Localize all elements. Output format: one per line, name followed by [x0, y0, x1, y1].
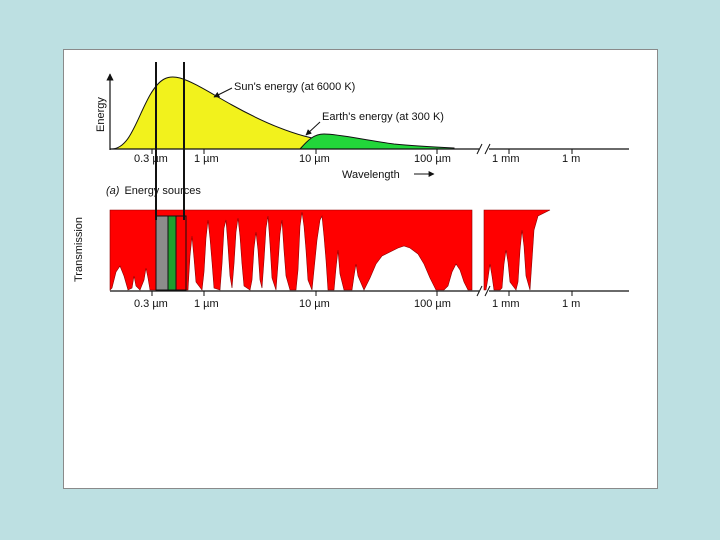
earth-energy-label: Earth's energy (at 300 K) — [322, 111, 444, 123]
earth-leader-arrow-icon — [305, 121, 321, 136]
transmission-tick-0.3um: 0.3 µm — [134, 298, 168, 310]
energy-tick-1mm: 1 mm — [492, 153, 520, 165]
spectrum-figure: Energy 0.3 µm 1 µm 10 µm 100 µm 1 mm 1 m… — [73, 62, 629, 310]
wavelength-label: Wavelength — [342, 169, 400, 181]
sun-leader-arrow-icon — [213, 87, 233, 98]
transmission-region-right — [483, 209, 551, 291]
transmission-tick-1mm: 1 mm — [492, 298, 520, 310]
energy-tick-10um: 10 µm — [299, 153, 330, 165]
energy-panel: Energy 0.3 µm 1 µm 10 µm 100 µm 1 mm 1 m… — [95, 73, 629, 197]
earth-energy-curve — [298, 133, 455, 150]
energy-axis-break-icon — [476, 143, 491, 155]
energy-tick-1m: 1 m — [562, 153, 580, 165]
transmission-tick-10um: 10 µm — [299, 298, 330, 310]
caption-prefix: (a) — [106, 185, 120, 197]
band-gray — [155, 215, 169, 291]
transmission-tick-1um: 1 µm — [194, 298, 219, 310]
caption-text: Energy sources — [124, 185, 201, 197]
energy-axis-label: Energy — [95, 97, 107, 132]
band-red — [175, 215, 187, 291]
band-green — [167, 215, 177, 291]
transmission-axis-label: Transmission — [73, 217, 85, 282]
energy-tick-1um: 1 µm — [194, 153, 219, 165]
figure-panel: Energy 0.3 µm 1 µm 10 µm 100 µm 1 mm 1 m… — [63, 49, 658, 489]
energy-tick-100um: 100 µm — [414, 153, 451, 165]
panel-a-caption: (a) Energy sources — [106, 185, 201, 197]
energy-tick-0.3um: 0.3 µm — [134, 153, 168, 165]
transmission-panel: Transmission 0.3 µm 1 µm 10 µm 100 µm 1 … — [73, 209, 629, 310]
transmission-tick-100um: 100 µm — [414, 298, 451, 310]
transmission-tick-1m: 1 m — [562, 298, 580, 310]
sun-energy-label: Sun's energy (at 6000 K) — [234, 81, 355, 93]
transmission-axis-break-icon — [476, 285, 491, 297]
